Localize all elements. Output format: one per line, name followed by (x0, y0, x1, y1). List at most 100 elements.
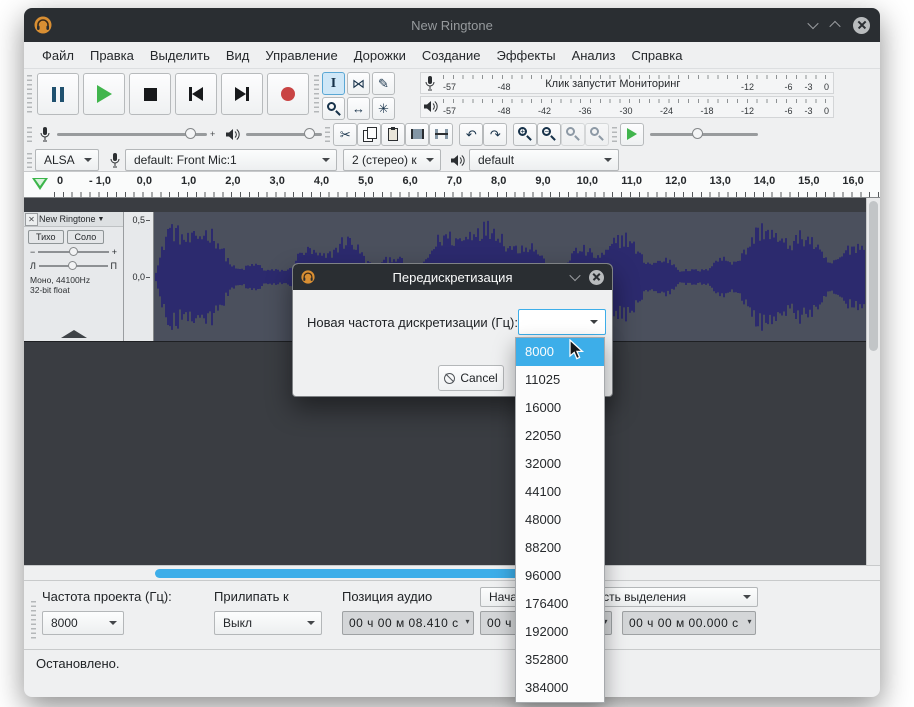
recording-device-combo[interactable]: default: Front Mic:1 (125, 149, 337, 171)
zoom-out-button[interactable]: − (537, 123, 561, 146)
dropdown-option[interactable]: 192000 (516, 618, 604, 646)
cut-button[interactable]: ✂ (333, 123, 357, 146)
toolbar-grip[interactable] (325, 127, 330, 145)
play-at-speed-button[interactable] (620, 123, 644, 146)
dropdown-option[interactable]: 352800 (516, 646, 604, 674)
vertical-scrollbar[interactable] (866, 198, 880, 565)
dropdown-option[interactable]: 384000 (516, 674, 604, 702)
menu-item[interactable]: Выделить (142, 45, 218, 66)
menu-item[interactable]: Дорожки (346, 45, 414, 66)
timeline-pin-icon[interactable] (32, 178, 48, 190)
play-speed-slider[interactable] (650, 127, 758, 141)
audio-position-value: 00 ч 00 м 08.410 с (349, 616, 459, 630)
playback-device-combo[interactable]: default (469, 149, 619, 171)
new-rate-combo[interactable] (518, 309, 606, 335)
menu-item[interactable]: Эффекты (488, 45, 563, 66)
timeshift-tool-button[interactable]: ↔ (347, 97, 370, 120)
track-bitdepth-info: 32-bit float (30, 285, 123, 295)
close-track-button[interactable]: ✕ (25, 213, 38, 226)
trim-audio-button[interactable] (405, 123, 429, 146)
zoom-in-button[interactable]: + (513, 123, 537, 146)
toolbar-grip[interactable] (27, 75, 32, 113)
menu-item[interactable]: Справка (623, 45, 690, 66)
redo-button[interactable]: ↷ (483, 123, 507, 146)
menu-item[interactable]: Управление (257, 45, 345, 66)
ruler-label: 15,0 (798, 175, 819, 187)
play-button[interactable] (83, 73, 125, 115)
maximize-window-icon[interactable] (831, 16, 839, 34)
toolbar-grip[interactable] (314, 75, 319, 113)
dropdown-option[interactable]: 96000 (516, 562, 604, 590)
collapse-track-button[interactable] (61, 330, 87, 338)
audio-position-field[interactable]: 00 ч 00 м 08.410 с (342, 611, 474, 635)
dialog-close-icon[interactable] (589, 270, 604, 285)
silence-audio-button[interactable] (429, 123, 453, 146)
dropdown-option[interactable]: 11025 (516, 366, 604, 394)
pause-button[interactable] (37, 73, 79, 115)
timeline-ruler[interactable]: 0- 1,00,01,02,03,04,05,06,07,08,09,010,0… (24, 172, 880, 198)
recording-meter[interactable]: -57-48Клик запустит Мониторинг-12-6-30 (420, 72, 834, 94)
cancel-label: Cancel (460, 371, 497, 385)
record-button[interactable] (267, 73, 309, 115)
skip-start-icon (189, 87, 203, 101)
titlebar[interactable]: New Ringtone (24, 8, 880, 42)
snap-to-combo[interactable]: Выкл (214, 611, 322, 635)
paste-button[interactable] (381, 123, 405, 146)
menu-item[interactable]: Создание (414, 45, 489, 66)
menu-item[interactable]: Файл (34, 45, 82, 66)
fit-project-button[interactable] (585, 123, 609, 146)
draw-tool-button[interactable]: ✎ (372, 72, 395, 95)
solo-button[interactable]: Соло (67, 230, 105, 244)
dropdown-option[interactable]: 16000 (516, 394, 604, 422)
dropdown-option[interactable]: 22050 (516, 422, 604, 450)
dropdown-option[interactable]: 8000 (516, 338, 604, 366)
playback-volume-slider[interactable] (246, 127, 322, 141)
paste-icon (388, 128, 398, 141)
undo-button[interactable]: ↶ (459, 123, 483, 146)
asterisk-icon: ✳ (378, 102, 389, 115)
track-name-menu[interactable]: New Ringtone▼ (39, 214, 123, 224)
skip-to-end-button[interactable] (221, 73, 263, 115)
cancel-button[interactable]: Cancel (438, 365, 504, 391)
horizontal-scrollbar-thumb[interactable] (155, 569, 550, 578)
audio-host-combo[interactable]: ALSA (35, 149, 99, 171)
toolbar-grip[interactable] (31, 601, 36, 639)
selection-duration-field[interactable]: 00 ч 00 м 00.000 с (622, 611, 756, 635)
toolbar-grip[interactable] (27, 127, 32, 145)
gain-slider[interactable] (38, 246, 108, 258)
toolbar-grip[interactable] (27, 153, 32, 171)
multi-tool-button[interactable]: ✳ (372, 97, 395, 120)
zoom-tool-button[interactable] (322, 97, 345, 120)
menu-item[interactable]: Вид (218, 45, 258, 66)
pan-slider[interactable] (39, 260, 108, 272)
dropdown-option[interactable]: 48000 (516, 506, 604, 534)
stop-button[interactable] (129, 73, 171, 115)
selection-tool-button[interactable]: I (322, 72, 345, 95)
fit-selection-icon (566, 127, 580, 141)
vertical-scrollbar-thumb[interactable] (869, 201, 878, 351)
dropdown-option[interactable]: 44100 (516, 478, 604, 506)
close-window-icon[interactable] (853, 17, 870, 34)
menu-item[interactable]: Правка (82, 45, 142, 66)
dialog-titlebar[interactable]: Передискретизация (293, 264, 612, 290)
horizontal-scrollbar[interactable] (24, 565, 880, 580)
copy-button[interactable] (357, 123, 381, 146)
dropdown-option[interactable]: 88200 (516, 534, 604, 562)
envelope-tool-button[interactable]: ⋈ (347, 72, 370, 95)
dropdown-option[interactable]: 32000 (516, 450, 604, 478)
menu-item[interactable]: Анализ (564, 45, 624, 66)
dialog-more-icon[interactable] (571, 268, 579, 286)
toolbar-grip[interactable] (612, 127, 617, 145)
dropdown-option[interactable]: 176400 (516, 590, 604, 618)
toolbar-row-2: + ✂ ↶ ↷ + − (24, 121, 880, 147)
fit-selection-button[interactable] (561, 123, 585, 146)
playback-meter[interactable]: -57-48-42-36-30-24-18-12-6-30 (420, 96, 834, 118)
recording-volume-slider[interactable] (57, 127, 207, 141)
project-rate-combo[interactable]: 8000 (42, 611, 124, 635)
mute-button[interactable]: Тихо (28, 230, 64, 244)
vertical-ruler[interactable]: 0,50,0 (124, 212, 154, 341)
shade-window-icon[interactable] (809, 16, 817, 34)
skip-to-start-button[interactable] (175, 73, 217, 115)
pencil-icon: ✎ (378, 77, 389, 90)
recording-channels-combo[interactable]: 2 (стерео) к (343, 149, 441, 171)
